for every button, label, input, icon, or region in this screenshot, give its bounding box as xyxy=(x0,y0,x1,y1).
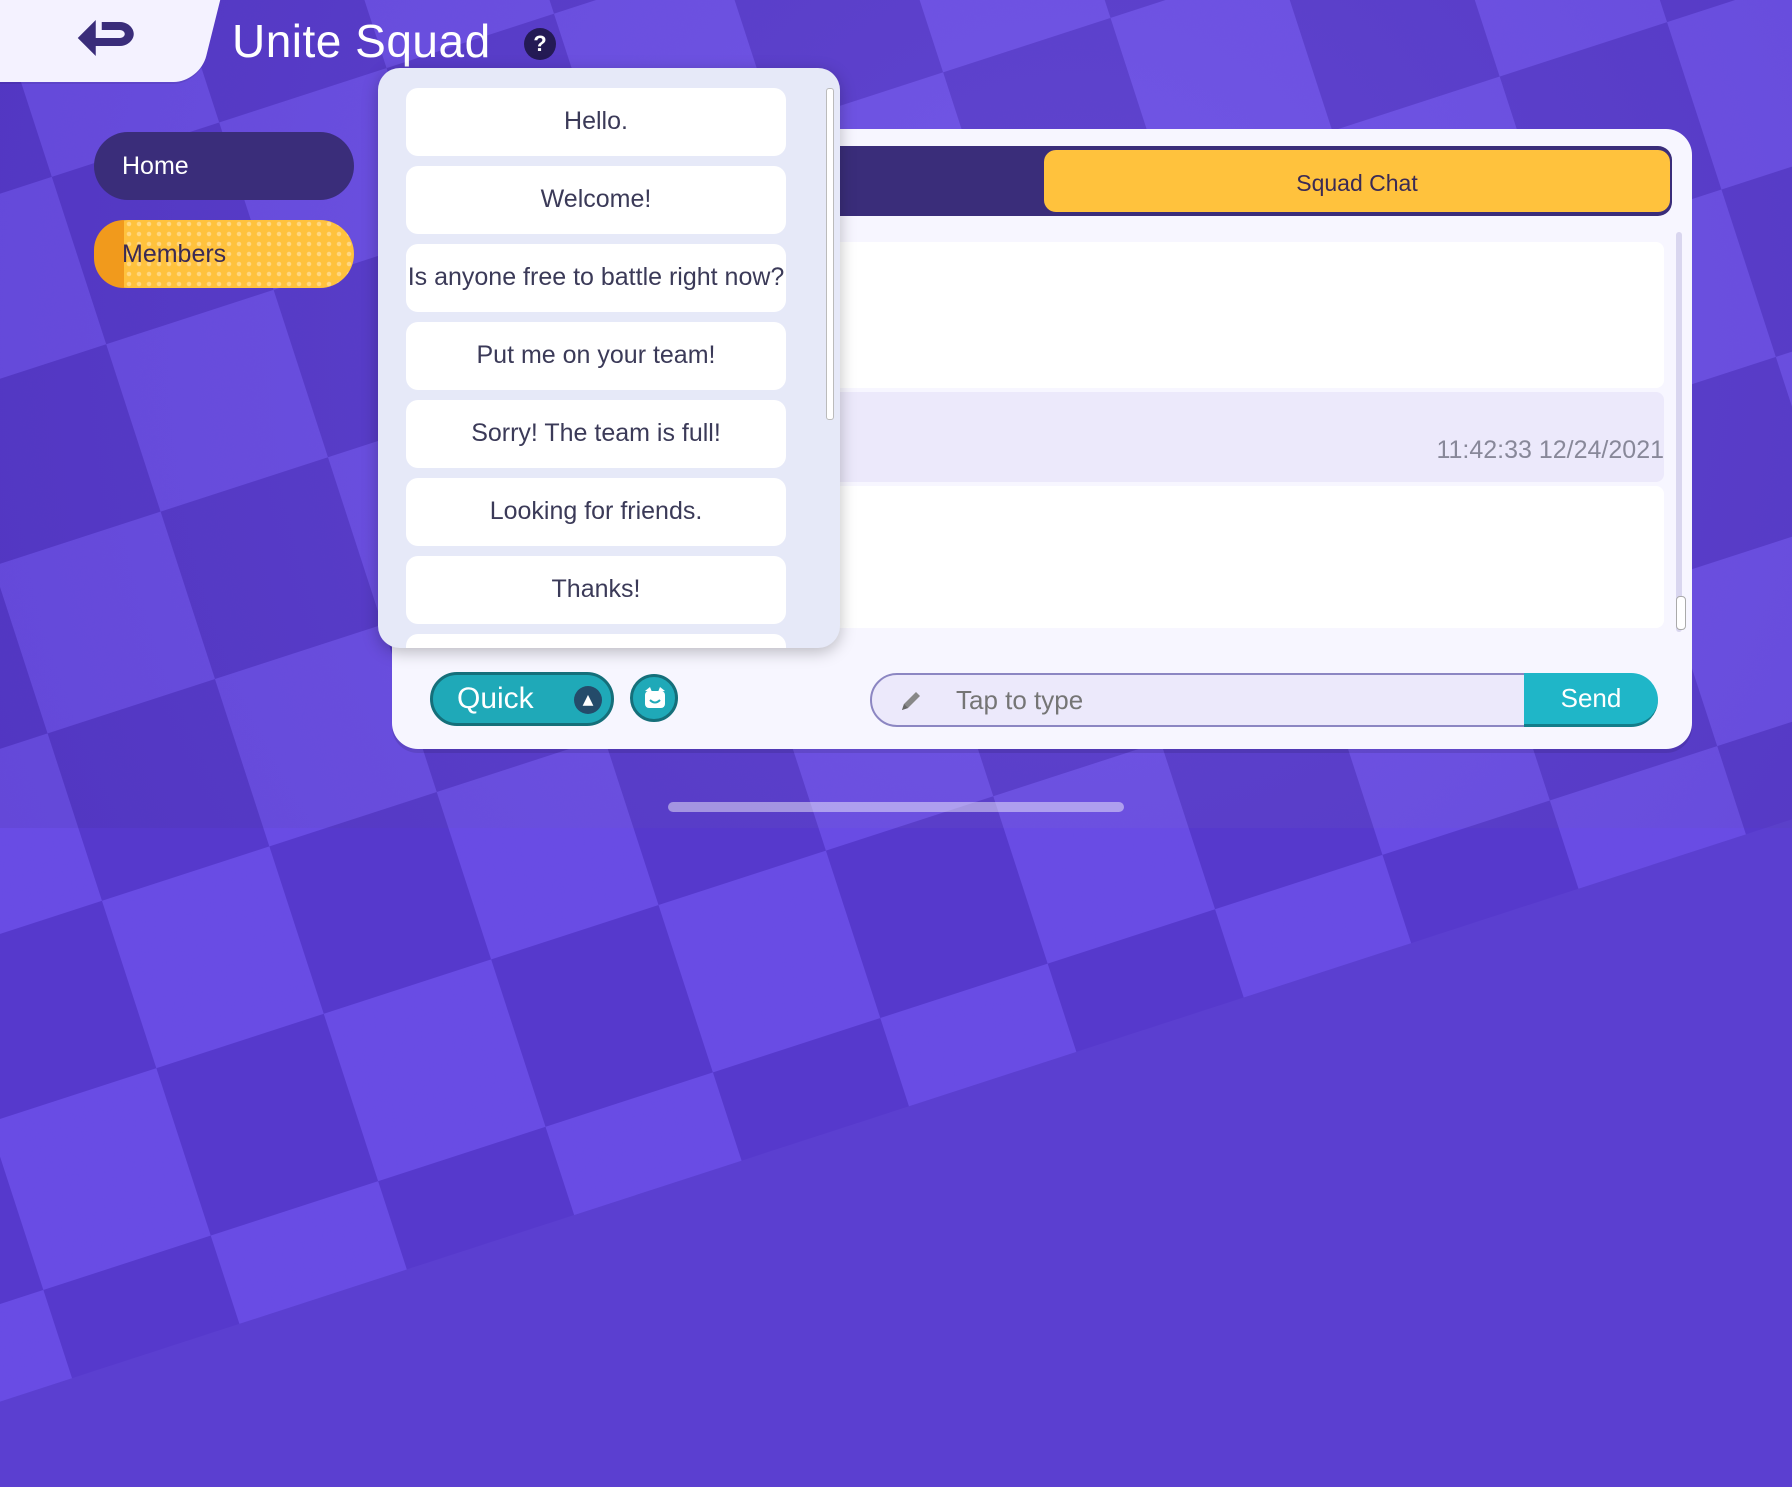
quick-message-item[interactable]: Is anyone free to battle right now? xyxy=(406,244,786,312)
send-button[interactable]: Send xyxy=(1524,673,1658,727)
emote-button[interactable] xyxy=(630,674,678,722)
quick-message-item[interactable]: Put me on your team! xyxy=(406,322,786,390)
tab-squad-chat[interactable]: Squad Chat xyxy=(1042,148,1672,214)
emote-icon xyxy=(645,687,665,708)
quick-message-item[interactable]: Thanks! xyxy=(406,556,786,624)
chat-scrollbar[interactable] xyxy=(1676,232,1682,632)
quick-messages-popup: Hello. Welcome! Is anyone free to battle… xyxy=(378,68,840,648)
quick-message-item-partial[interactable] xyxy=(406,634,786,648)
quick-message-item[interactable]: Welcome! xyxy=(406,166,786,234)
home-indicator[interactable] xyxy=(668,802,1124,812)
sidebar-item-members[interactable]: Members xyxy=(94,220,354,288)
popup-scrollbar[interactable] xyxy=(826,88,834,420)
sidebar-item-label: Members xyxy=(122,240,227,268)
page-title: Unite Squad xyxy=(232,15,491,67)
quick-label: Quick xyxy=(457,682,534,715)
pencil-icon xyxy=(896,686,926,716)
quick-message-item[interactable]: Looking for friends. xyxy=(406,478,786,546)
help-icon[interactable]: ? xyxy=(524,28,556,60)
quick-message-item[interactable]: Hello. xyxy=(406,88,786,156)
chat-scrollbar-thumb[interactable] xyxy=(1676,596,1686,630)
back-arrow-icon xyxy=(72,14,148,70)
message-timestamp: 11:42:33 12/24/2021 xyxy=(1436,436,1664,464)
sidebar-item-home[interactable]: Home xyxy=(94,132,354,200)
chat-input[interactable] xyxy=(954,684,1518,717)
back-button[interactable] xyxy=(0,0,221,82)
quick-message-item[interactable]: Sorry! The team is full! xyxy=(406,400,786,468)
chevron-up-icon[interactable]: ▲ xyxy=(574,686,602,714)
